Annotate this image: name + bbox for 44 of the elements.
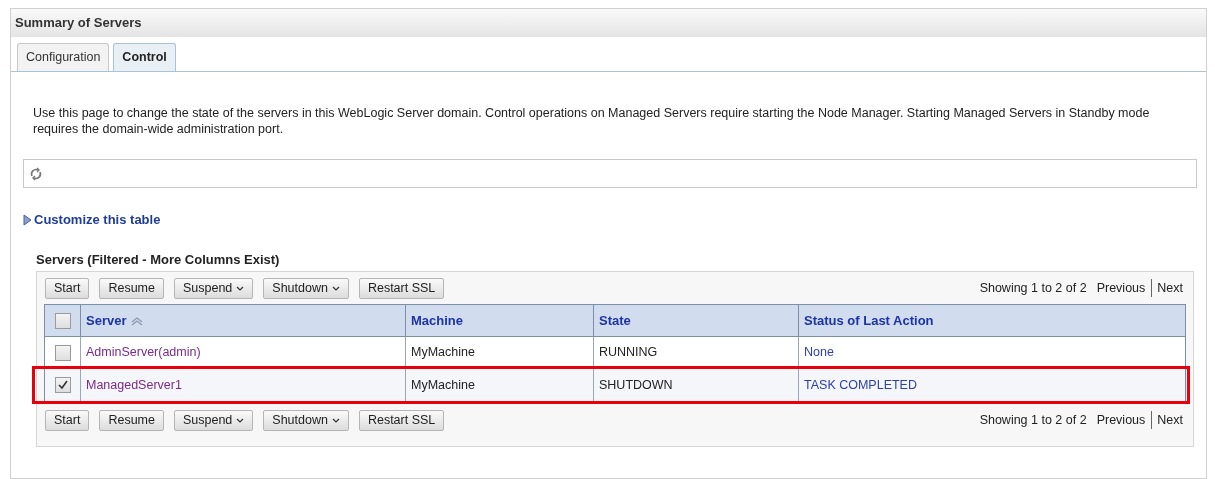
toolbar-button[interactable]: Resume (99, 409, 164, 431)
caret-icon (331, 417, 340, 423)
toolbar-button[interactable]: Restart SSL (358, 277, 445, 299)
table-title: Servers (Filtered - More Columns Exist) (36, 250, 281, 269)
status-text: TASK COMPLETED (804, 376, 917, 394)
column-header[interactable]: Server (81, 305, 406, 336)
status-text: None (804, 344, 834, 362)
table-row[interactable]: AdminServer(admin) MyMachine RUNNING None (45, 337, 1185, 369)
column-header[interactable]: Machine (406, 305, 594, 336)
toolbar-button[interactable]: Start (45, 409, 90, 431)
menu-button[interactable]: Shutdown (263, 277, 349, 299)
toolbar-button[interactable]: Restart SSL (358, 409, 445, 431)
customize-table-link[interactable]: Customize this table (34, 210, 161, 230)
previous-link[interactable]: Previous (1096, 278, 1153, 298)
table-cell-text: SHUTDOWN (599, 376, 673, 394)
caret-icon (236, 285, 245, 291)
paging-info: Showing 1 to 2 of 2 (979, 279, 1087, 297)
next-link[interactable]: Next (1152, 278, 1183, 298)
expand-triangle-icon[interactable] (23, 213, 32, 226)
caret-icon (331, 285, 340, 291)
column-header[interactable]: State (594, 305, 799, 336)
table-cell-text: RUNNING (599, 344, 658, 362)
caret-icon (236, 417, 245, 423)
row-checkbox[interactable] (54, 344, 71, 361)
panel-title: Summary of Servers (11, 9, 1206, 37)
menu-button[interactable]: Suspend (173, 409, 254, 431)
refresh-icon[interactable] (29, 166, 43, 181)
description-text: Use this page to change the state of the servers in this WebLogic Server domain. Control operations on Managed Servers require starting the Node Manager. Starting Managed Servers in Standby mode requires the domain-wide administration port. (32, 105, 1151, 137)
toolbar-button[interactable]: Start (45, 277, 90, 299)
column-header[interactable]: Status of Last Action (799, 305, 1185, 336)
tab[interactable]: Control (113, 43, 176, 71)
next-link[interactable]: Next (1152, 410, 1183, 430)
table-cell-text: MyMachine (411, 344, 475, 362)
menu-button[interactable]: Suspend (173, 277, 254, 299)
server-link[interactable]: AdminServer(admin) (86, 343, 201, 362)
row-checkbox[interactable] (54, 377, 71, 393)
previous-link[interactable]: Previous (1096, 410, 1153, 430)
table-cell-text: MyMachine (411, 376, 475, 394)
menu-button[interactable]: Shutdown (263, 409, 349, 431)
tab[interactable]: Configuration (17, 43, 110, 71)
toolbar-button[interactable]: Resume (99, 277, 164, 299)
server-link[interactable]: ManagedServer1 (86, 375, 182, 395)
paging-info: Showing 1 to 2 of 2 (979, 411, 1087, 429)
row-checkbox[interactable] (54, 312, 71, 329)
